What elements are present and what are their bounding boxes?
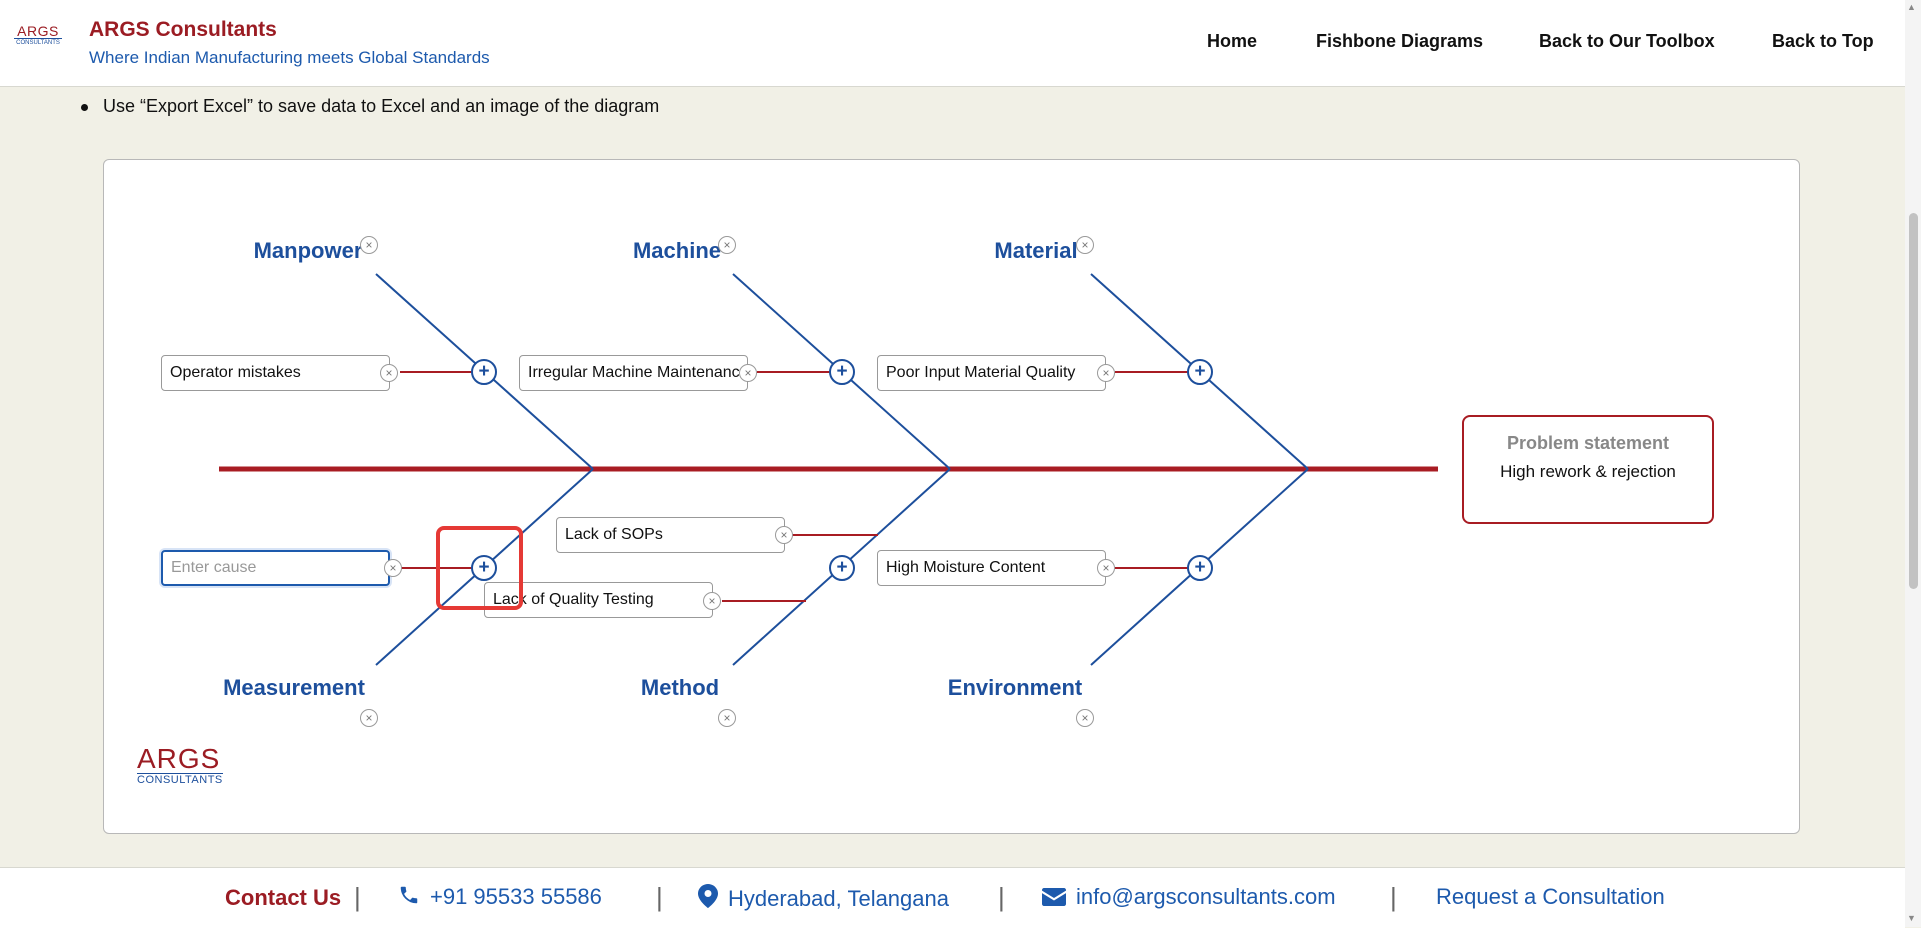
cause-operator-mistakes[interactable]: Operator mistakes — [161, 355, 390, 391]
remove-cause-button[interactable]: × — [739, 364, 757, 382]
footer-separator: | — [354, 882, 361, 912]
remove-category-method[interactable]: × — [718, 709, 736, 727]
footer-contact-heading: Contact Us — [225, 885, 342, 910]
cause-input-measurement[interactable] — [161, 550, 390, 586]
remove-cause-button[interactable]: × — [1097, 364, 1115, 382]
problem-statement-box[interactable]: Problem statement High rework & rejectio… — [1462, 415, 1714, 524]
category-measurement[interactable]: Measurement — [223, 675, 365, 701]
remove-cause-button[interactable]: × — [775, 526, 793, 544]
category-method[interactable]: Method — [641, 675, 719, 701]
envelope-icon — [1042, 888, 1066, 906]
footer-location-link[interactable]: Hyderabad, Telangana — [698, 884, 949, 912]
remove-category-measurement[interactable]: × — [360, 709, 378, 727]
cause-irregular-machine-maintenance[interactable]: Irregular Machine Maintenance — [519, 355, 748, 391]
scroll-down-arrow-icon[interactable]: ▼ — [1907, 913, 1916, 923]
footer-phone-link[interactable]: +91 95533 55586 — [398, 884, 602, 910]
footer-phone-text: +91 95533 55586 — [430, 884, 602, 909]
add-cause-manpower-button[interactable]: + — [471, 359, 497, 385]
cause-lack-of-quality-testing[interactable]: Lack of Quality Testing — [484, 582, 713, 618]
category-environment[interactable]: Environment — [948, 675, 1082, 701]
scroll-up-arrow-icon[interactable]: ▲ — [1907, 2, 1916, 12]
request-consultation-link[interactable]: Request a Consultation — [1436, 884, 1665, 910]
diagram-logo: ARGS CONSULTANTS — [137, 745, 223, 786]
cause-high-moisture-content[interactable]: High Moisture Content — [877, 550, 1106, 586]
category-machine[interactable]: Machine — [633, 238, 721, 264]
remove-cause-button[interactable]: × — [384, 559, 402, 577]
add-cause-environment-button[interactable]: + — [1187, 555, 1213, 581]
footer-separator: | — [656, 882, 663, 912]
add-cause-machine-button[interactable]: + — [829, 359, 855, 385]
scrollbar-thumb[interactable] — [1909, 213, 1918, 589]
location-pin-icon — [698, 884, 718, 908]
remove-category-environment[interactable]: × — [1076, 709, 1094, 727]
add-cause-measurement-button[interactable]: + — [471, 555, 497, 581]
cause-poor-input-material-quality[interactable]: Poor Input Material Quality — [877, 355, 1106, 391]
remove-category-material[interactable]: × — [1076, 236, 1094, 254]
footer-email-text: info@argsconsultants.com — [1076, 884, 1336, 909]
cause-lack-of-sops[interactable]: Lack of SOPs — [556, 517, 785, 553]
problem-statement-label: Problem statement — [1506, 433, 1670, 453]
remove-category-machine[interactable]: × — [718, 236, 736, 254]
remove-cause-button[interactable]: × — [1097, 559, 1115, 577]
remove-category-manpower[interactable]: × — [360, 236, 378, 254]
diagram-logo-subtext: CONSULTANTS — [137, 773, 223, 786]
category-manpower[interactable]: Manpower — [254, 238, 363, 264]
problem-statement-text[interactable]: High rework & rejection — [1464, 462, 1712, 482]
remove-cause-button[interactable]: × — [380, 364, 398, 382]
category-material[interactable]: Material — [994, 238, 1077, 264]
remove-cause-button[interactable]: × — [703, 592, 721, 610]
add-cause-method-button[interactable]: + — [829, 555, 855, 581]
contact-footer: Contact Us | +91 95533 55586 | Hyderabad… — [0, 867, 1905, 928]
footer-separator: | — [998, 882, 1005, 912]
add-cause-material-button[interactable]: + — [1187, 359, 1213, 385]
phone-icon — [400, 886, 418, 904]
footer-email-link[interactable]: info@argsconsultants.com — [1042, 884, 1336, 910]
footer-location-text: Hyderabad, Telangana — [728, 886, 949, 911]
footer-separator: | — [1390, 882, 1397, 912]
diagram-logo-text: ARGS — [137, 743, 221, 774]
